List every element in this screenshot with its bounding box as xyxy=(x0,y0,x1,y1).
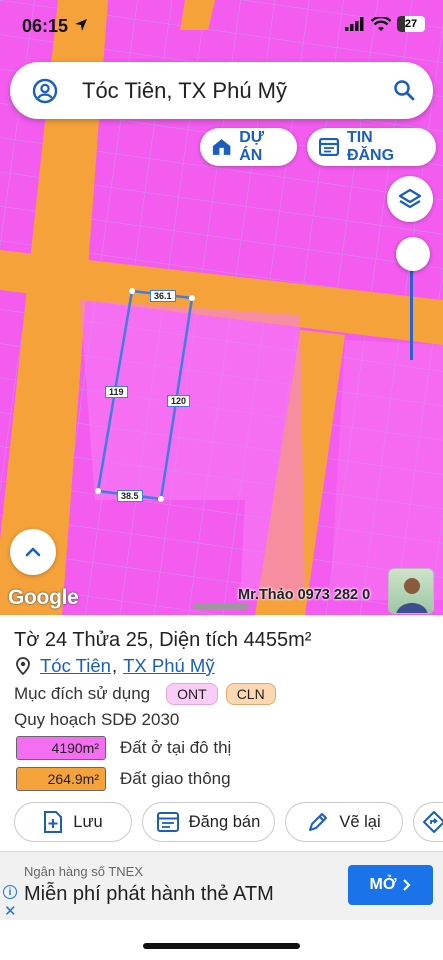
measure-top-label: 36.1 xyxy=(150,290,176,302)
chevron-up-icon xyxy=(25,547,41,557)
sheet-drag-handle[interactable] xyxy=(193,604,249,609)
area-value-ont: 4190m² xyxy=(16,736,106,760)
post-for-sale-button[interactable]: Đăng bán xyxy=(142,802,275,842)
search-icon[interactable] xyxy=(393,79,415,101)
signal-icon xyxy=(345,17,364,31)
layers-button[interactable] xyxy=(387,176,433,222)
area-label-ont: Đất ở tại đô thị xyxy=(120,738,232,757)
account-icon[interactable] xyxy=(32,78,58,104)
chevron-right-icon xyxy=(403,879,412,891)
ad-sponsor: Ngân hàng số TNEX xyxy=(24,864,143,879)
save-button[interactable]: Lưu xyxy=(14,802,132,842)
home-indicator[interactable] xyxy=(143,943,300,949)
purpose-row: Mục đích sử dụng ONT CLN xyxy=(14,683,276,705)
tin-dang-label: TIN ĐĂNG xyxy=(346,129,395,164)
du-an-button[interactable]: DỰ ÁN xyxy=(200,128,297,166)
ad-open-label: MỞ xyxy=(369,876,397,893)
status-bar: 06:15 27 xyxy=(0,0,443,52)
directions-icon xyxy=(422,811,443,833)
ad-close-icon[interactable]: ✕ xyxy=(4,902,17,920)
measure-left-label: 119 xyxy=(105,386,128,398)
area-row-giao-thong: 264.9m² Đất giao thông xyxy=(16,767,231,791)
search-bar[interactable]: Tóc Tiên, TX Phú Mỹ xyxy=(10,62,433,119)
du-an-label: DỰ ÁN xyxy=(239,129,265,164)
location-arrow-icon xyxy=(75,19,87,31)
measure-right-label: 120 xyxy=(167,395,191,407)
agent-avatar[interactable] xyxy=(388,568,434,614)
person-photo-icon xyxy=(396,578,428,613)
wifi-icon xyxy=(371,16,391,31)
location-separator: , xyxy=(111,655,118,676)
redraw-label: Vẽ lại xyxy=(339,812,381,831)
redraw-button[interactable]: Vẽ lại xyxy=(285,802,403,842)
ad-banner[interactable]: Ngân hàng số TNEX Miễn phí phát hành thẻ… xyxy=(0,851,443,920)
location-pin-icon xyxy=(16,657,30,675)
google-logo: Google xyxy=(8,586,79,609)
listing-icon xyxy=(319,138,339,156)
map-watermark: Mr.Thảo 0973 282 0 xyxy=(238,587,371,603)
purpose-tag-ont: ONT xyxy=(166,683,218,705)
search-location-text[interactable]: Tóc Tiên, TX Phú Mỹ xyxy=(82,78,287,104)
status-time: 06:15 xyxy=(22,16,69,36)
parcel-location: Tóc Tiên , TX Phú Mỹ xyxy=(16,655,215,677)
parcel-title: Tờ 24 Thửa 25, Diện tích 4455m² xyxy=(14,629,312,651)
tin-dang-button[interactable]: TIN ĐĂNG xyxy=(307,128,436,166)
ad-headline[interactable]: Miễn phí phát hành thẻ ATM xyxy=(24,883,274,906)
plan-label: Quy hoạch SDĐ 2030 xyxy=(14,710,180,729)
battery-icon: 27 xyxy=(397,16,425,32)
listing-icon xyxy=(156,812,179,832)
save-label: Lưu xyxy=(73,812,103,831)
area-row-ont: 4190m² Đất ở tại đô thị xyxy=(16,736,231,760)
map-view[interactable]: 36.1 119 120 38.5 06:15 27 Tóc Tiên, TX … xyxy=(0,0,443,615)
measure-bottom-label: 38.5 xyxy=(117,490,143,502)
battery-level: 27 xyxy=(404,18,418,30)
opacity-slider-knob[interactable] xyxy=(396,237,430,271)
area-label-giao-thong: Đất giao thông xyxy=(120,769,231,788)
location-town-link[interactable]: TX Phú Mỹ xyxy=(123,655,215,677)
pen-icon xyxy=(309,813,328,831)
location-ward-link[interactable]: Tóc Tiên xyxy=(40,655,111,677)
post-for-sale-label: Đăng bán xyxy=(188,812,261,831)
action-bar: Lưu Đăng bán Vẽ lại xyxy=(14,802,443,842)
purpose-tag-cln: CLN xyxy=(225,683,276,705)
directions-button[interactable] xyxy=(413,802,443,842)
area-value-giao-thong: 264.9m² xyxy=(16,767,106,791)
expand-up-button[interactable] xyxy=(10,529,56,575)
parcel-info-panel: Tờ 24 Thửa 25, Diện tích 4455m² Tóc Tiên… xyxy=(0,615,443,855)
house-icon xyxy=(212,139,231,155)
purpose-label: Mục đích sử dụng xyxy=(14,684,151,703)
ad-open-button[interactable]: MỞ xyxy=(348,865,433,905)
ad-info-icon[interactable]: i xyxy=(3,885,17,899)
status-icons: 27 xyxy=(345,16,425,32)
add-document-icon xyxy=(44,811,63,833)
layers-icon xyxy=(398,188,422,209)
